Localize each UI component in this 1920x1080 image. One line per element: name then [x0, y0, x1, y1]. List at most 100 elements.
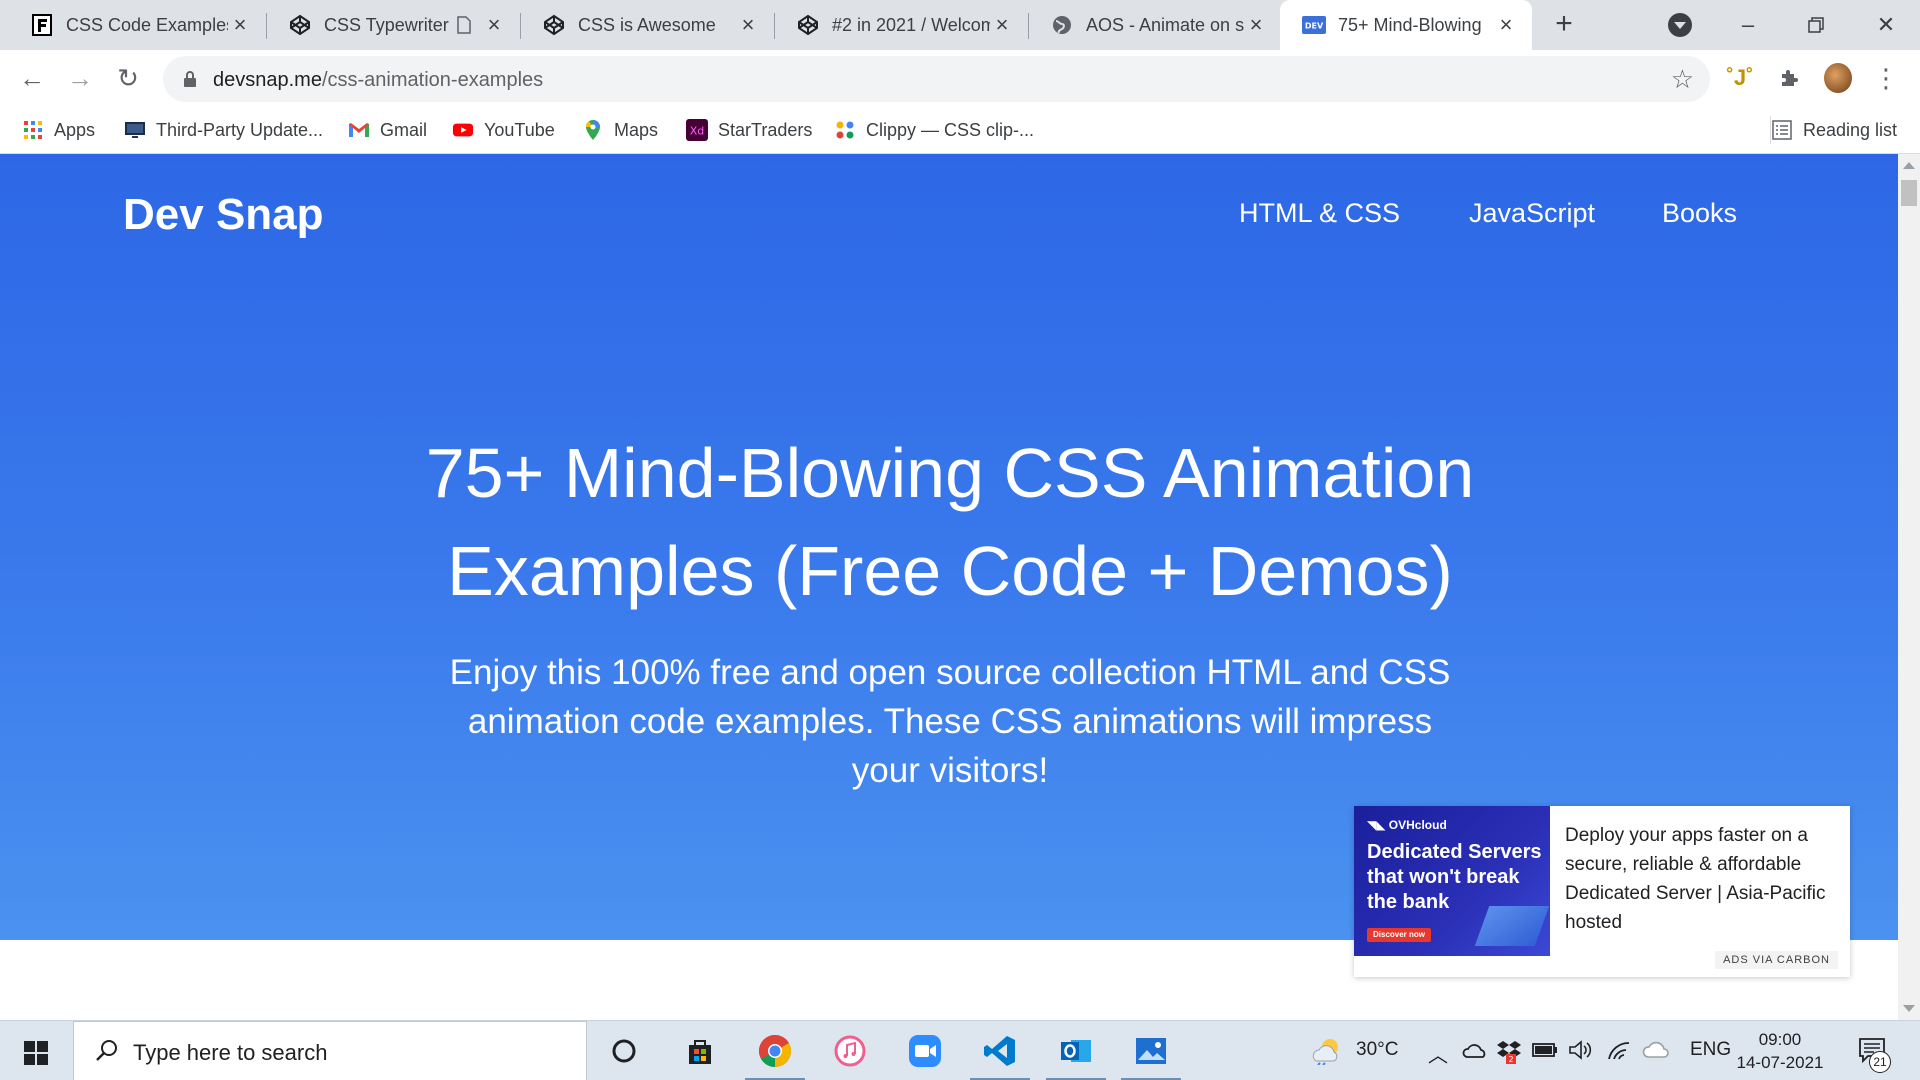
bookmark-maps[interactable]: Maps: [582, 116, 658, 144]
bookmark-label: Maps: [614, 119, 659, 140]
youtube-icon: [452, 119, 474, 141]
bookmark-label: Clippy — CSS clip-...: [866, 119, 1035, 140]
page-scrollbar[interactable]: [1898, 154, 1920, 1020]
ovh-logo-icon: ◥◣: [1367, 818, 1389, 832]
photos-icon[interactable]: [1121, 1031, 1181, 1080]
close-icon[interactable]: ×: [228, 13, 252, 37]
restore-icon[interactable]: [1796, 8, 1836, 42]
tab-75-mind-blowing[interactable]: DEV 75+ Mind-Blowing ×: [1280, 0, 1532, 50]
tab-title: CSS is Awesome: [578, 14, 716, 35]
minimize-icon[interactable]: –: [1728, 8, 1768, 42]
tab-search-icon[interactable]: [1668, 13, 1692, 37]
weather-icon[interactable]: [1310, 1035, 1344, 1071]
zoom-icon[interactable]: [905, 1031, 945, 1071]
weather-temp[interactable]: 30°C: [1356, 1039, 1398, 1061]
windows-start-icon[interactable]: [24, 1041, 48, 1065]
ad-brand: OVHcloud: [1388, 818, 1447, 832]
bookmark-label: StarTraders: [718, 119, 813, 140]
language-indicator[interactable]: ENG: [1690, 1039, 1731, 1061]
cortana-icon[interactable]: [604, 1031, 644, 1071]
xd-icon: Xd: [686, 119, 708, 141]
bookmark-apps[interactable]: Apps: [22, 116, 95, 144]
maps-icon: [582, 119, 604, 141]
profile-avatar[interactable]: [1824, 63, 1852, 93]
new-tab-button[interactable]: +: [1548, 9, 1580, 41]
vscode-icon[interactable]: [970, 1031, 1030, 1080]
scroll-up-icon[interactable]: [1903, 162, 1915, 169]
bookmarks-bar: Apps Third-Party Update... Gmail YouTube…: [0, 106, 1920, 154]
search-icon: [94, 1038, 120, 1064]
bookmark-third-party-update[interactable]: Third-Party Update...: [124, 116, 323, 144]
close-icon[interactable]: ×: [1244, 13, 1268, 37]
wifi-icon[interactable]: [1606, 1039, 1632, 1067]
reading-list-button[interactable]: Reading list: [1770, 116, 1897, 144]
tab-css-code-examples[interactable]: CSS Code Examples ×: [8, 0, 266, 50]
site-logo[interactable]: Dev Snap: [123, 190, 324, 240]
reading-list-label: Reading list: [1803, 119, 1898, 140]
carbon-ad[interactable]: ◥◣ OVHcloud Dedicated Servers that won't…: [1354, 806, 1850, 977]
url-host: devsnap.me: [213, 69, 322, 91]
dropbox-icon[interactable]: 2: [1496, 1038, 1522, 1070]
bookmark-star-icon[interactable]: ☆: [1671, 64, 1694, 94]
store-icon[interactable]: [680, 1031, 720, 1071]
tab-css-is-awesome[interactable]: CSS is Awesome ×: [520, 0, 774, 50]
chrome-icon[interactable]: [745, 1031, 805, 1080]
extension-icon[interactable]: ˚J˚: [1726, 64, 1754, 92]
nav-link-books[interactable]: Books: [1662, 198, 1737, 229]
onedrive-icon[interactable]: [1462, 1041, 1488, 1065]
scroll-down-icon[interactable]: [1903, 1005, 1915, 1012]
outlook-icon[interactable]: [1046, 1031, 1106, 1080]
monitor-icon: [124, 119, 146, 141]
page-subtitle: Enjoy this 100% free and open source col…: [449, 653, 1451, 790]
lock-icon: [183, 71, 197, 87]
web-page: Dev Snap HTML & CSS JavaScript Books 75+…: [0, 154, 1898, 1020]
codepen-icon: [542, 13, 566, 37]
chevron-up-icon[interactable]: ︿: [1428, 1039, 1448, 1068]
ad-image[interactable]: ◥◣ OVHcloud Dedicated Servers that won't…: [1354, 806, 1550, 956]
bookmark-clippy[interactable]: Clippy — CSS clip-...: [834, 116, 1034, 144]
close-icon[interactable]: ×: [1494, 13, 1518, 37]
close-icon[interactable]: ×: [990, 13, 1014, 37]
clock[interactable]: 09:00 14-07-2021: [1735, 1028, 1825, 1074]
back-icon[interactable]: ←: [16, 62, 48, 94]
page-title-line-2: Examples (Free Code + Demos): [447, 532, 1453, 610]
bookmark-youtube[interactable]: YouTube: [452, 116, 555, 144]
close-icon[interactable]: ×: [482, 13, 506, 37]
nav-link-html-css[interactable]: HTML & CSS: [1239, 198, 1400, 229]
globe-icon: [1050, 13, 1074, 37]
forward-icon[interactable]: →: [64, 62, 96, 94]
notification-count: 21: [1869, 1051, 1891, 1073]
battery-icon[interactable]: [1532, 1041, 1558, 1065]
bookmark-startraders[interactable]: Xd StarTraders: [686, 116, 812, 144]
svg-text:2: 2: [1508, 1055, 1513, 1064]
tab-2-in-2021[interactable]: #2 in 2021 / Welcom ×: [774, 0, 1028, 50]
ad-cta-button[interactable]: Discover now: [1367, 928, 1432, 942]
clock-date: 14-07-2021: [1736, 1053, 1824, 1072]
address-bar[interactable]: devsnap.me/css-animation-examples ☆: [163, 56, 1710, 102]
itunes-icon[interactable]: [830, 1031, 870, 1071]
close-window-icon[interactable]: ✕: [1866, 8, 1906, 42]
bookmark-gmail[interactable]: Gmail: [348, 116, 427, 144]
url-text[interactable]: devsnap.me/css-animation-examples: [213, 69, 543, 92]
codepen-icon: [796, 13, 820, 37]
page-title: 75+ Mind-Blowing CSS Animation Examples …: [250, 424, 1650, 620]
taskbar-search[interactable]: Type here to search: [73, 1021, 587, 1080]
close-icon[interactable]: ×: [736, 13, 760, 37]
reload-icon[interactable]: ↻: [112, 62, 144, 94]
nav-link-javascript[interactable]: JavaScript: [1469, 198, 1595, 229]
tab-aos-animate[interactable]: AOS - Animate on s ×: [1028, 0, 1282, 50]
url-path: /css-animation-examples: [321, 69, 544, 91]
scroll-thumb[interactable]: [1901, 180, 1917, 206]
search-placeholder: Type here to search: [133, 1040, 328, 1065]
ad-text[interactable]: Deploy your apps faster on a secure, rel…: [1565, 821, 1840, 937]
windows-taskbar: Type here to search 30°C ︿ 2 ENG 09:00 1…: [0, 1020, 1920, 1080]
tab-css-typewriter[interactable]: CSS Typewriter ×: [266, 0, 520, 50]
tab-title: #2 in 2021 / Welcom: [832, 14, 990, 35]
ad-via-label[interactable]: ADS VIA CARBON: [1715, 951, 1838, 969]
tab-title: CSS Typewriter: [324, 14, 449, 35]
cloud-icon[interactable]: [1642, 1039, 1670, 1065]
menu-icon[interactable]: ⋮: [1872, 63, 1900, 93]
extensions-puzzle-icon[interactable]: [1776, 64, 1804, 92]
volume-icon[interactable]: [1568, 1039, 1592, 1067]
clippy-icon: [834, 119, 856, 141]
